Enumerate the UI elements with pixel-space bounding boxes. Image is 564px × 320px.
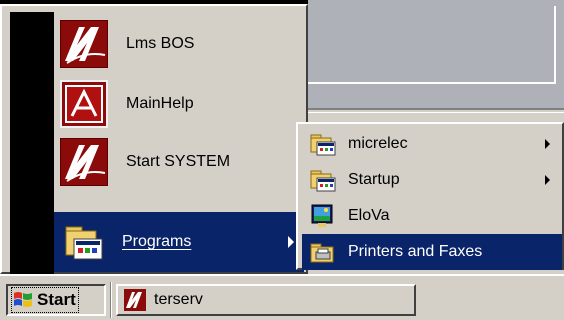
background-window-pane — [308, 6, 556, 84]
lms-app-icon — [124, 289, 146, 311]
taskbar: Start terserv — [0, 274, 564, 320]
submenu-item-micrelec[interactable]: micrelec — [302, 126, 562, 162]
lms-app-icon — [60, 20, 108, 68]
chevron-right-icon — [288, 236, 294, 248]
lms-app-icon — [60, 138, 108, 186]
background-window — [308, 0, 564, 110]
windows-flag-icon — [12, 290, 34, 310]
start-menu-item-mainhelp[interactable]: MainHelp — [54, 76, 304, 132]
chevron-right-icon — [545, 139, 550, 149]
taskbar-button-terserv[interactable]: terserv — [116, 284, 416, 316]
submenu-item-elova[interactable]: EloVa — [302, 198, 562, 234]
help-book-icon — [60, 80, 108, 128]
menu-item-label: Start SYSTEM — [126, 153, 231, 170]
start-button-label: Start — [37, 290, 76, 309]
start-button[interactable]: Start — [6, 284, 106, 316]
submenu-item-startup[interactable]: Startup — [302, 162, 562, 198]
menu-item-label: Lms BOS — [126, 35, 195, 52]
programs-folder-icon — [64, 223, 104, 261]
start-menu-item-lms-bos[interactable]: Lms BOS — [54, 16, 304, 72]
submenu-item-printers-and-faxes[interactable]: Printers and Faxes — [302, 234, 562, 270]
start-menu: Lms BOS MainHelp Start SYSTEM Programs — [0, 4, 308, 276]
programs-submenu: micrelec Startup EloVa Printers and Faxe… — [296, 122, 564, 270]
submenu-item-label: EloVa — [348, 207, 390, 224]
program-group-icon — [310, 132, 336, 156]
taskbar-button-label: terserv — [154, 291, 203, 308]
menu-item-label: MainHelp — [126, 95, 194, 112]
printers-folder-icon — [310, 240, 336, 264]
submenu-item-label: micrelec — [348, 135, 408, 152]
start-menu-item-start-system[interactable]: Start SYSTEM — [54, 134, 304, 190]
start-menu-side-banner — [10, 12, 54, 276]
elova-app-icon — [310, 204, 336, 228]
submenu-item-label: Startup — [348, 171, 400, 188]
taskbar-separator — [110, 282, 112, 318]
start-button-focus: Start — [11, 287, 79, 313]
chevron-right-icon — [545, 175, 550, 185]
submenu-item-label: Printers and Faxes — [348, 243, 483, 260]
program-group-icon — [310, 168, 336, 192]
start-menu-item-programs[interactable]: Programs — [54, 212, 304, 272]
menu-item-label: Programs — [122, 233, 192, 250]
